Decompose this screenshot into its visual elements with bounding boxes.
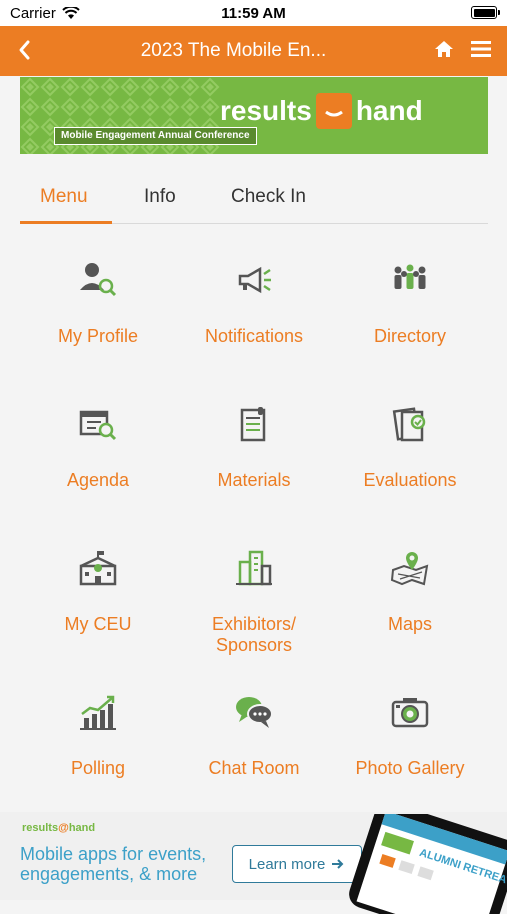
- home-icon[interactable]: [433, 38, 455, 60]
- menu-item-polling[interactable]: Polling: [20, 692, 176, 779]
- calendar-search-icon: [79, 410, 117, 441]
- clipboard-document-icon: [240, 407, 266, 442]
- menu-item-evaluations[interactable]: Evaluations: [332, 404, 488, 491]
- menu-item-materials[interactable]: Materials: [176, 404, 332, 491]
- battery-icon: [471, 6, 500, 19]
- status-bar: Carrier 11:59 AM: [0, 0, 507, 26]
- bar-chart-trend-icon: [80, 695, 116, 730]
- menu-item-photo-gallery[interactable]: Photo Gallery: [332, 692, 488, 779]
- checklist-icon: [392, 407, 426, 442]
- event-banner: results hand Mobile Engagement Annual Co…: [20, 77, 488, 154]
- conference-label: Mobile Engagement Annual Conference: [54, 127, 257, 145]
- advertisement-banner[interactable]: results@hand Mobile apps for events, eng…: [0, 812, 507, 914]
- people-group-icon: [394, 264, 426, 289]
- buildings-icon: [236, 550, 272, 586]
- menu-item-directory[interactable]: Directory: [332, 260, 488, 347]
- active-tab-indicator: [20, 221, 112, 224]
- tab-menu[interactable]: Menu: [40, 186, 88, 208]
- profile-search-icon: [80, 263, 117, 297]
- ad-brand-logo: results@hand: [22, 822, 96, 834]
- chat-bubbles-icon: [236, 697, 273, 728]
- top-navbar: 2023 The Mobile En...: [0, 26, 507, 76]
- clock: 11:59 AM: [221, 5, 286, 22]
- ad-tagline: Mobile apps for events, engagements, & m…: [20, 844, 207, 884]
- menu-item-agenda[interactable]: Agenda: [20, 404, 176, 491]
- menu-item-my-profile[interactable]: My Profile: [20, 260, 176, 347]
- menu-item-chat-room[interactable]: Chat Room: [176, 692, 332, 779]
- menu-item-maps[interactable]: Maps: [332, 548, 488, 635]
- camera-icon: [391, 698, 429, 728]
- section-tabs: Menu Info Check In: [20, 176, 488, 224]
- menu-item-notifications[interactable]: Notifications: [176, 260, 332, 347]
- map-pin-icon: [390, 552, 429, 586]
- hamburger-menu-icon[interactable]: [471, 40, 491, 58]
- results-hand-logo: results hand: [220, 91, 470, 131]
- back-chevron-icon[interactable]: [14, 36, 36, 64]
- menu-item-my-ceu[interactable]: My CEU: [20, 548, 176, 635]
- page-title: 2023 The Mobile En...: [140, 40, 327, 61]
- logo-hand-icon: [315, 93, 352, 129]
- school-building-icon: [79, 551, 117, 586]
- phone-mockup-image: ALUMNI RETREAT: [349, 814, 507, 914]
- menu-item-exhibitors-sponsors[interactable]: Exhibitors/ Sponsors: [176, 548, 332, 656]
- tab-info[interactable]: Info: [144, 186, 176, 208]
- tab-check-in[interactable]: Check In: [231, 186, 306, 208]
- megaphone-icon: [238, 266, 271, 294]
